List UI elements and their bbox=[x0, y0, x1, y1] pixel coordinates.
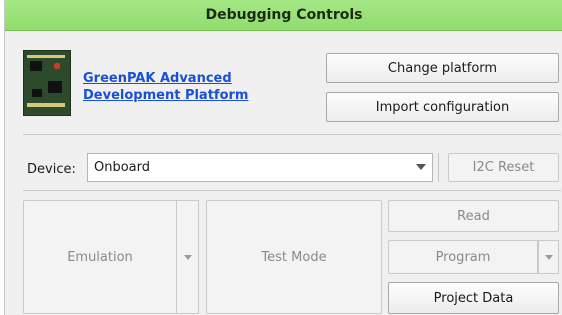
platform-link-line2[interactable]: Development Platform bbox=[83, 87, 248, 104]
read-button[interactable]: Read bbox=[388, 200, 559, 232]
divider bbox=[23, 134, 561, 135]
platform-link[interactable]: GreenPAK Advanced Development Platform bbox=[83, 70, 248, 104]
chevron-down-icon bbox=[544, 254, 553, 260]
debugging-controls-panel: Debugging Controls GreenPAK Advanced Dev… bbox=[4, 0, 562, 315]
project-data-button[interactable]: Project Data bbox=[388, 282, 559, 314]
emulation-button[interactable]: Emulation bbox=[23, 200, 176, 314]
divider bbox=[23, 190, 561, 191]
change-platform-button[interactable]: Change platform bbox=[326, 53, 559, 83]
board-image bbox=[23, 50, 71, 116]
test-mode-button[interactable]: Test Mode bbox=[206, 200, 382, 314]
chevron-down-icon bbox=[416, 164, 426, 170]
vertical-divider bbox=[438, 153, 439, 182]
device-label: Device: bbox=[27, 162, 76, 177]
chevron-down-icon bbox=[183, 254, 192, 260]
program-dropdown-button[interactable] bbox=[538, 240, 559, 274]
panel-title: Debugging Controls bbox=[205, 7, 363, 23]
emulation-dropdown-button[interactable] bbox=[176, 200, 199, 314]
panel-header: Debugging Controls bbox=[5, 0, 562, 31]
program-button[interactable]: Program bbox=[388, 240, 538, 274]
i2c-reset-button[interactable]: I2C Reset bbox=[448, 153, 559, 182]
platform-link-line1[interactable]: GreenPAK Advanced bbox=[83, 70, 248, 87]
device-select[interactable]: Onboard bbox=[87, 153, 433, 182]
import-configuration-button[interactable]: Import configuration bbox=[326, 92, 559, 122]
device-select-value: Onboard bbox=[94, 160, 151, 175]
